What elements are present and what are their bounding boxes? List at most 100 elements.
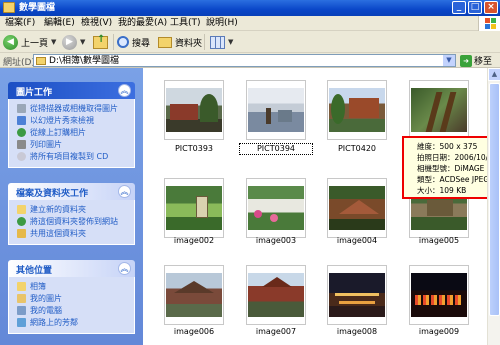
printer-icon [17,140,26,149]
task-publish-web[interactable]: 將這個資料夾發佈到網站 [17,216,130,227]
task-label: 將這個資料夾發佈到網站 [30,217,118,226]
tooltip-size: 大小：109 KB [417,186,467,195]
thumbnail[interactable] [409,265,469,325]
views-button[interactable]: ▼ [210,34,233,50]
task-share-folder[interactable]: 共用這個資料夾 [17,228,130,239]
menu-file[interactable]: 檔案(F) [5,18,35,29]
globe-icon [17,128,26,137]
globe-icon [17,217,26,226]
file-tasks-header[interactable]: 檔案及資料夾工作 ︽ [8,183,135,200]
image-info-tooltip: 維度：500 x 375 拍照日期：2006/10/15 下午 相機型號：DiM… [402,136,500,199]
task-slideshow[interactable]: 以幻燈片秀來檢視 [17,115,130,126]
window-controls: _ □ × [452,1,498,14]
back-label: 上一頁 [21,38,49,49]
thumbnail[interactable] [164,265,224,325]
place-network[interactable]: 網路上的芳鄰 [17,317,130,328]
thumbnail-caption: image003 [255,236,297,245]
go-label: 移至 [474,57,493,67]
task-order-prints[interactable]: 從線上訂購相片 [17,127,130,138]
thumbnail-caption: PICT0394 [239,143,313,155]
go-arrow-icon: ➜ [460,54,472,67]
thumbnail-caption: image002 [173,236,215,245]
place-album[interactable]: 相簿 [17,281,130,292]
address-bar: 網址(D) D:\相簿\數學圖檔 ▼ ➜ 移至 [0,53,500,68]
address-label: 網址(D) [3,58,35,68]
back-button[interactable]: ◀ 上一頁 ▼ [3,34,56,50]
scrollbar-thumb[interactable] [489,83,500,316]
go-button[interactable]: ➜ 移至 [460,54,492,67]
thumbnail[interactable] [246,178,306,238]
forward-button[interactable]: ▶ ▼ [62,34,85,50]
thumbnail[interactable] [327,265,387,325]
folders-button[interactable]: 資料夾 [158,34,202,50]
thumbnail-view: PICT0393 PICT0394 PICT0420 image002 imag… [143,68,487,345]
picture-tasks-panel: 圖片工作 ︽ 從掃描器或相機取得圖片 以幻燈片秀來檢視 從線上訂購相片 列印圖片 [8,82,135,168]
chevron-down-icon: ▼ [228,38,234,46]
place-my-computer[interactable]: 我的電腦 [17,305,130,316]
up-folder-button[interactable]: ↑ [93,34,108,50]
computer-icon [17,306,26,315]
shared-folder-icon [17,229,26,238]
menu-edit[interactable]: 編輯(E) [44,18,75,29]
chevron-down-icon: ▼ [80,38,86,46]
place-my-pictures[interactable]: 我的圖片 [17,293,130,304]
thumbnail-caption: PICT0420 [337,144,376,153]
collapse-icon[interactable]: ︽ [118,84,131,97]
chevron-down-icon: ▼ [51,38,57,46]
thumbnail[interactable] [409,80,469,140]
address-input[interactable]: D:\相簿\數學圖檔 ▼ [33,54,456,67]
thumbnail[interactable] [246,80,306,140]
folder-icon [17,282,26,291]
folders-icon [158,36,172,48]
thumbnail[interactable] [327,80,387,140]
thumbnail[interactable] [246,265,306,325]
task-label: 建立新的資料夾 [30,205,86,214]
vertical-scrollbar[interactable]: ▲ [487,68,500,345]
task-label: 從掃描器或相機取得圖片 [30,104,118,113]
collapse-icon[interactable]: ︽ [118,262,131,275]
thumbnail-caption: image005 [418,236,460,245]
thumbnail[interactable] [327,178,387,238]
task-label: 列印圖片 [30,140,62,149]
task-label: 從線上訂購相片 [30,128,86,137]
task-copy-to-cd[interactable]: 將所有項目複製到 CD [17,151,130,162]
menu-help[interactable]: 說明(H) [206,18,238,29]
windows-logo-icon [478,16,500,31]
place-label: 我的電腦 [30,306,62,315]
place-label: 網路上的芳鄰 [30,318,78,327]
file-tasks-title: 檔案及資料夾工作 [16,189,89,199]
thumbnail[interactable] [164,178,224,238]
menu-tools[interactable]: 工具(T) [170,18,201,29]
slideshow-icon [17,116,26,125]
folder-icon [36,57,46,65]
menu-bar: 檔案(F) 編輯(E) 檢視(V) 我的最愛(A) 工具(T) 說明(H) [0,16,500,31]
maximize-button[interactable]: □ [468,1,482,14]
folders-label: 資料夾 [175,38,203,49]
task-print[interactable]: 列印圖片 [17,139,130,150]
task-get-from-scanner[interactable]: 從掃描器或相機取得圖片 [17,103,130,114]
picture-tasks-header[interactable]: 圖片工作 ︽ [8,82,135,99]
place-label: 相簿 [30,282,46,291]
menu-view[interactable]: 檢視(V) [81,18,112,29]
views-icon [210,35,225,49]
search-label: 搜尋 [132,38,151,49]
other-places-header[interactable]: 其他位置 ︽ [8,260,135,277]
collapse-icon[interactable]: ︽ [118,185,131,198]
menu-favorites[interactable]: 我的最愛(A) [118,18,167,29]
search-button[interactable]: 搜尋 [117,34,150,50]
new-folder-icon [17,205,26,214]
close-button[interactable]: × [484,1,498,14]
task-new-folder[interactable]: 建立新的資料夾 [17,204,130,215]
chevron-down-icon[interactable]: ▼ [443,55,455,66]
folder-icon [3,2,15,13]
task-label: 以幻燈片秀來檢視 [30,116,94,125]
thumbnail-caption: image007 [255,327,297,336]
thumbnail-caption: image004 [336,236,378,245]
thumbnail[interactable] [164,80,224,140]
file-tasks-panel: 檔案及資料夾工作 ︽ 建立新的資料夾 將這個資料夾發佈到網站 共用這個資料夾 [8,183,135,245]
forward-arrow-icon: ▶ [62,34,77,50]
minimize-button[interactable]: _ [452,1,466,14]
task-label: 將所有項目複製到 CD [30,152,109,161]
search-icon [117,36,129,48]
scroll-up-icon[interactable]: ▲ [488,68,500,81]
